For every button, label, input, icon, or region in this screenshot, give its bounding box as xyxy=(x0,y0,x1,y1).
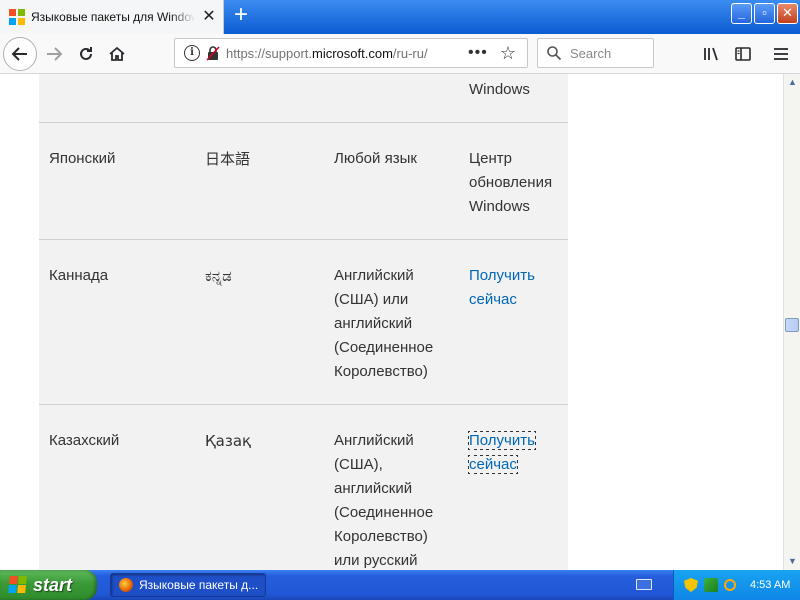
start-label: start xyxy=(33,574,73,595)
taskbar: start Языковые пакеты д... 4:53 AM xyxy=(0,570,800,600)
system-tray: 4:53 AM xyxy=(673,570,800,600)
reload-icon xyxy=(80,47,92,60)
url-text[interactable]: https://support.microsoft.com/ru-ru/ xyxy=(226,46,454,61)
home-button[interactable] xyxy=(103,40,131,68)
arrow-right-icon xyxy=(47,47,63,61)
taskbar-item-firefox[interactable]: Языковые пакеты д... xyxy=(110,573,266,597)
reload-button[interactable] xyxy=(72,40,100,68)
sidebar-icon xyxy=(735,47,751,61)
microsoft-favicon-icon xyxy=(9,9,25,25)
search-input[interactable] xyxy=(568,44,652,62)
close-window-button[interactable]: ✕ xyxy=(777,3,798,24)
start-button[interactable]: start xyxy=(0,570,97,600)
get-now-link[interactable]: Получить сейчас xyxy=(468,431,536,474)
base-language: Английский (США) или английский (Соедине… xyxy=(324,239,459,405)
native-name: 日本語 xyxy=(195,122,324,240)
page-actions-icon[interactable]: ••• xyxy=(468,44,488,62)
keyboard-layout-icon[interactable] xyxy=(636,579,652,590)
hamburger-icon xyxy=(774,48,788,60)
info-icon[interactable]: i xyxy=(184,45,200,61)
language-name: Японский xyxy=(39,122,195,240)
navigation-toolbar: i https://support.microsoft.com/ru-ru/ •… xyxy=(0,34,800,74)
base-language xyxy=(324,74,459,123)
table-row: Windows xyxy=(39,74,568,123)
search-icon xyxy=(547,46,562,61)
page-viewport: Windows Японский 日本語 Любой язык Центр об… xyxy=(0,74,783,570)
action-text: Центр обновления Windows xyxy=(459,122,568,240)
table-row: Японский 日本語 Любой язык Центр обновления… xyxy=(39,122,568,240)
tab-active[interactable]: Языковые пакеты для Windows ✕ xyxy=(0,0,224,34)
hamburger-menu-button[interactable] xyxy=(767,40,795,68)
native-name: ಕನ್ನಡ xyxy=(195,239,324,405)
network-icon[interactable] xyxy=(704,578,718,592)
action-text: Windows xyxy=(459,74,568,123)
vertical-scrollbar[interactable]: ▲ ▼ xyxy=(783,74,800,570)
search-bar[interactable] xyxy=(537,38,654,68)
url-bar[interactable]: i https://support.microsoft.com/ru-ru/ •… xyxy=(174,38,528,68)
scroll-down-arrow-icon[interactable]: ▼ xyxy=(787,556,798,567)
taskbar-item-label: Языковые пакеты д... xyxy=(139,578,259,592)
library-button[interactable] xyxy=(697,40,725,68)
clock: 4:53 AM xyxy=(750,579,791,591)
native-name: Қазақ xyxy=(195,404,324,570)
library-icon xyxy=(704,47,718,61)
home-icon xyxy=(109,46,125,61)
language-name: Каннада xyxy=(39,239,195,405)
close-tab-icon[interactable]: ✕ xyxy=(201,9,217,25)
security-shield-icon[interactable] xyxy=(684,578,698,592)
search-tray-icon[interactable] xyxy=(724,579,736,591)
native-name xyxy=(195,74,324,123)
scrollbar-thumb[interactable] xyxy=(785,318,799,332)
scroll-up-arrow-icon[interactable]: ▲ xyxy=(787,77,798,88)
tab-title: Языковые пакеты для Windows xyxy=(31,10,195,24)
lock-icon[interactable] xyxy=(206,45,220,61)
language-name: Казахский xyxy=(39,404,195,570)
firefox-icon xyxy=(119,578,133,592)
get-now-link[interactable]: Получить сейчас xyxy=(469,267,535,308)
arrow-left-icon xyxy=(11,47,27,61)
sidebar-button[interactable] xyxy=(729,40,757,68)
language-packs-table: Windows Японский 日本語 Любой язык Центр об… xyxy=(39,74,568,570)
base-language: Английский (США), английский (Соединенно… xyxy=(324,404,459,570)
tab-strip: Языковые пакеты для Windows ✕ + _ ▫ ✕ xyxy=(0,0,800,34)
minimize-button[interactable]: _ xyxy=(731,3,752,24)
table-row: Каннада ಕನ್ನಡ Английский (США) или англи… xyxy=(39,239,568,405)
language-name xyxy=(39,74,195,123)
forward-button[interactable] xyxy=(40,40,68,68)
back-button[interactable] xyxy=(3,37,37,71)
maximize-button[interactable]: ▫ xyxy=(754,3,775,24)
base-language: Любой язык xyxy=(324,122,459,240)
table-row: Казахский Қазақ Английский (США), англий… xyxy=(39,404,568,570)
bookmark-star-icon[interactable]: ☆ xyxy=(500,43,516,64)
new-tab-button[interactable]: + xyxy=(229,3,253,28)
windows-logo-icon xyxy=(8,576,28,594)
